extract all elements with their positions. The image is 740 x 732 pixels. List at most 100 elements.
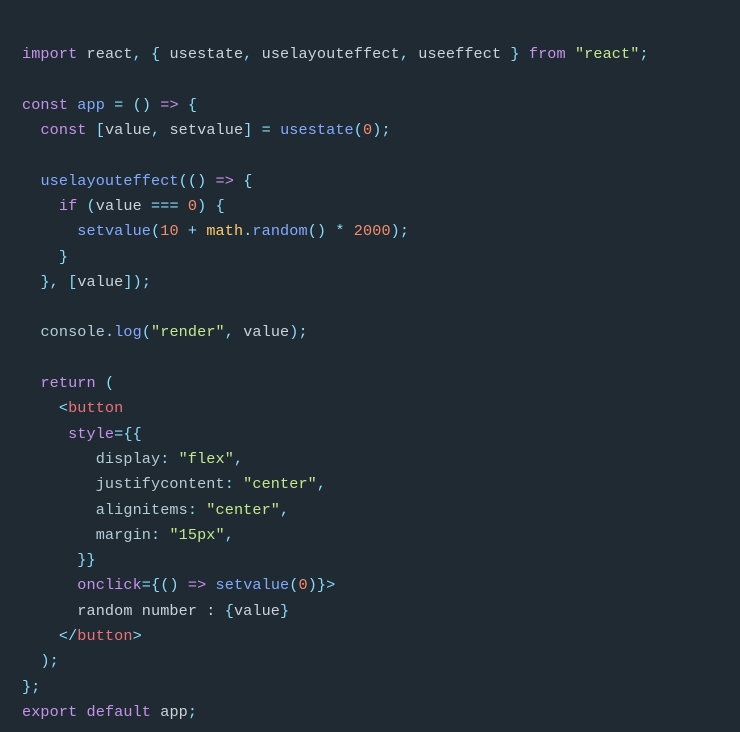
code-token — [345, 222, 354, 240]
code-line[interactable]: setvalue(10 + math.random() * 2000); — [22, 222, 409, 240]
code-token: ) — [197, 172, 206, 190]
code-token: } — [22, 678, 31, 696]
code-token: ( — [142, 323, 151, 341]
code-token: app — [77, 96, 105, 114]
code-line[interactable]: justifycontent: "center", — [22, 475, 326, 493]
code-token: </ — [59, 627, 77, 645]
code-line[interactable]: return ( — [22, 374, 114, 392]
code-token: "15px" — [169, 526, 224, 544]
code-token — [22, 526, 96, 544]
code-line[interactable]: random number : {value} — [22, 602, 289, 620]
code-token: alignitems — [96, 501, 188, 519]
code-token: = — [262, 121, 271, 139]
code-token — [22, 425, 68, 443]
code-token: uselayouteffect — [262, 45, 400, 63]
code-token: from — [529, 45, 566, 63]
code-token — [22, 121, 40, 139]
code-token — [22, 501, 96, 519]
code-token: ; — [50, 652, 59, 670]
code-line[interactable]: ); — [22, 652, 59, 670]
code-line[interactable]: const [value, setvalue] = usestate(0); — [22, 121, 391, 139]
code-token: margin — [96, 526, 151, 544]
code-line[interactable]: import react, { usestate, uselayouteffec… — [22, 45, 649, 63]
code-line[interactable]: }; — [22, 678, 40, 696]
code-token: 0 — [188, 197, 197, 215]
code-token: ; — [142, 273, 151, 291]
code-line[interactable]: const app = () => { — [22, 96, 197, 114]
code-token: { — [225, 602, 234, 620]
code-token: ( — [151, 222, 160, 240]
code-token: ( — [133, 96, 142, 114]
code-line[interactable]: console.log("render", value); — [22, 323, 308, 341]
code-token — [123, 96, 132, 114]
code-token: === — [151, 197, 179, 215]
code-token: app — [151, 703, 188, 721]
code-token: "flex" — [179, 450, 234, 468]
code-token — [179, 96, 188, 114]
code-token: { — [133, 425, 142, 443]
code-token: usestate — [280, 121, 354, 139]
code-token: setvalue — [77, 222, 151, 240]
code-block[interactable]: import react, { usestate, uselayouteffec… — [22, 45, 649, 721]
code-line[interactable]: display: "flex", — [22, 450, 243, 468]
code-line[interactable]: if (value === 0) { — [22, 197, 225, 215]
code-token: 2000 — [354, 222, 391, 240]
code-token — [22, 222, 77, 240]
code-line[interactable]: </button> — [22, 627, 142, 645]
code-token: ) — [391, 222, 400, 240]
code-token: : — [225, 475, 243, 493]
code-token: : — [151, 526, 169, 544]
code-token: ) — [142, 96, 151, 114]
code-token — [22, 652, 40, 670]
code-line[interactable]: style={{ — [22, 425, 142, 443]
code-token — [22, 399, 59, 417]
code-token: log — [114, 323, 142, 341]
code-token: } — [87, 551, 96, 569]
code-token: = — [114, 425, 123, 443]
code-line[interactable]: margin: "15px", — [22, 526, 234, 544]
code-token: ; — [31, 678, 40, 696]
code-token: return — [40, 374, 95, 392]
code-token: export — [22, 703, 77, 721]
code-token: button — [77, 627, 132, 645]
code-line[interactable]: onclick={() => setvalue(0)}> — [22, 576, 335, 594]
code-token — [566, 45, 575, 63]
code-token: button — [68, 399, 123, 417]
code-token: justifycontent — [96, 475, 225, 493]
code-token: > — [326, 576, 335, 594]
code-token: value — [96, 197, 151, 215]
code-line[interactable]: uselayouteffect(() => { — [22, 172, 252, 190]
code-line[interactable]: export default app; — [22, 703, 197, 721]
code-token: ; — [639, 45, 648, 63]
code-token: ) — [317, 222, 326, 240]
code-token: { — [151, 576, 160, 594]
code-token: * — [335, 222, 344, 240]
code-token: onclick — [77, 576, 142, 594]
code-line[interactable]: }, [value]); — [22, 273, 151, 291]
code-token — [22, 273, 40, 291]
code-line[interactable]: alignitems: "center", — [22, 501, 289, 519]
code-token — [22, 172, 40, 190]
code-editor[interactable]: import react, { usestate, uselayouteffec… — [0, 15, 740, 732]
code-token: , — [317, 475, 326, 493]
code-token: ; — [188, 703, 197, 721]
code-token: ( — [105, 374, 114, 392]
code-token: console — [40, 323, 105, 341]
code-token: 0 — [298, 576, 307, 594]
code-token — [234, 172, 243, 190]
code-token: ) — [197, 197, 206, 215]
code-token: , — [400, 45, 418, 63]
code-line[interactable]: }} — [22, 551, 96, 569]
code-token: math — [206, 222, 243, 240]
code-token: } — [317, 576, 326, 594]
code-line[interactable]: } — [22, 248, 68, 266]
code-line[interactable]: <button — [22, 399, 123, 417]
code-token: import — [22, 45, 77, 63]
code-token — [252, 121, 261, 139]
code-token: usestate — [169, 45, 243, 63]
code-token — [22, 627, 59, 645]
code-token: : — [160, 450, 178, 468]
code-token: ; — [298, 323, 307, 341]
code-token — [105, 96, 114, 114]
code-token: ) — [40, 652, 49, 670]
